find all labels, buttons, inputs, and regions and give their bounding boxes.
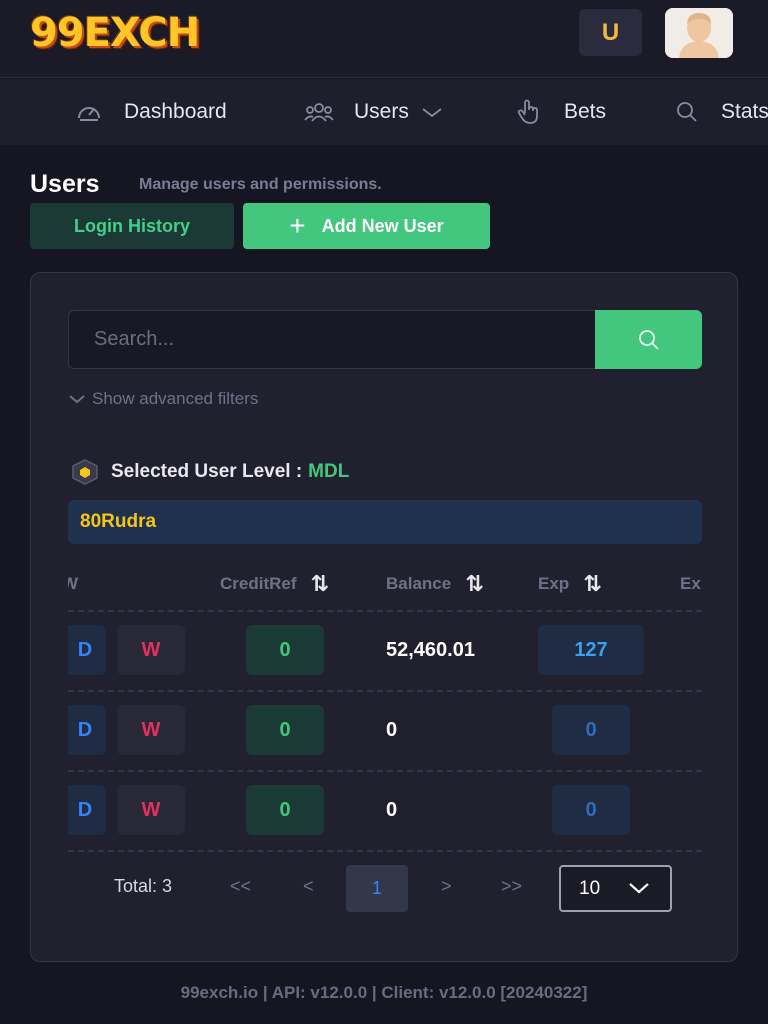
balance-value: 0: [386, 798, 398, 821]
chevron-down-icon: [422, 108, 442, 118]
credit-ref-button[interactable]: 0: [246, 625, 324, 675]
pagination-prev[interactable]: <: [303, 876, 314, 897]
sort-icon: ⇅: [310, 571, 329, 596]
main-nav: Dashboard Users Bets Stats: [0, 79, 768, 145]
balance-value: 52,460.01: [386, 638, 475, 661]
hand-pointer-icon: [517, 99, 538, 124]
pagination-current-page[interactable]: 1: [346, 865, 408, 912]
column-header-creditref[interactable]: CreditRef ⇅: [220, 558, 329, 610]
chevron-down-icon: [629, 883, 649, 894]
user-level-label: Selected User Level :: [111, 461, 303, 482]
users-card: Show advanced filters Selected User Leve…: [30, 272, 738, 962]
search-button[interactable]: [595, 310, 702, 369]
credit-ref-button[interactable]: 0: [246, 705, 324, 755]
sort-icon: ⇅: [583, 571, 602, 596]
advanced-filters-toggle[interactable]: Show advanced filters: [68, 389, 258, 409]
search-icon: [638, 329, 659, 350]
balance-value: 0: [386, 718, 398, 741]
users-icon: [304, 103, 334, 122]
deposit-button[interactable]: D: [68, 625, 106, 675]
deposit-button[interactable]: D: [68, 705, 106, 755]
row-divider: [68, 770, 702, 772]
add-new-user-label: Add New User: [321, 215, 444, 236]
row-divider: [68, 610, 702, 612]
brand-logo[interactable]: 99EXCH: [30, 10, 200, 56]
search-input[interactable]: [68, 310, 596, 369]
search-icon: [677, 102, 697, 122]
nav-stats-label: Stats: [721, 100, 768, 123]
pagination-first[interactable]: <<: [230, 876, 251, 897]
chevron-down-icon: [69, 395, 85, 404]
avatar-image: [665, 8, 733, 58]
column-header-ex: Ex: [680, 574, 701, 593]
sort-icon: ⇅: [465, 571, 484, 596]
plus-icon: +: [289, 210, 306, 241]
page-size-value: 10: [579, 877, 601, 899]
column-header-balance[interactable]: Balance ⇅: [386, 558, 484, 610]
advanced-filters-label: Show advanced filters: [92, 389, 259, 408]
users-table: W CreditRef ⇅ Balance ⇅ Exp ⇅ Ex D W 0 52,4…: [68, 558, 702, 858]
exposure-button[interactable]: 0: [552, 785, 630, 835]
page-size-select[interactable]: 10: [559, 865, 672, 912]
pagination-total: Total: 3: [114, 876, 173, 896]
nav-bets[interactable]: Bets: [516, 79, 606, 145]
withdraw-button[interactable]: W: [117, 625, 185, 675]
page-title: Users: [30, 170, 100, 198]
speedometer-icon: [78, 107, 100, 121]
row-divider: [68, 690, 702, 692]
avatar[interactable]: [665, 8, 733, 58]
column-header-exp[interactable]: Exp ⇅: [538, 558, 602, 610]
login-history-button[interactable]: Login History: [30, 203, 234, 249]
user-menu-button[interactable]: U: [579, 9, 642, 56]
user-level-value: MDL: [308, 461, 350, 482]
nav-stats[interactable]: Stats: [675, 79, 768, 145]
exposure-button[interactable]: 0: [552, 705, 630, 755]
withdraw-button[interactable]: W: [117, 785, 185, 835]
add-new-user-button[interactable]: + Add New User: [243, 203, 490, 249]
hexagon-icon: [72, 459, 98, 485]
footer-version: 99exch.io | API: v12.0.0 | Client: v12.0…: [180, 983, 588, 1002]
row-divider: [68, 850, 702, 852]
top-bar: 99EXCH U: [0, 0, 768, 78]
pagination-next[interactable]: >: [441, 876, 452, 897]
nav-users[interactable]: Users: [304, 79, 443, 145]
withdraw-button[interactable]: W: [117, 705, 185, 755]
exposure-button[interactable]: 127: [538, 625, 644, 675]
selected-user-breadcrumb[interactable]: 80Rudra: [68, 500, 702, 544]
deposit-button[interactable]: D: [68, 785, 106, 835]
pagination-last[interactable]: >>: [501, 876, 522, 897]
column-header-w: W: [68, 574, 79, 593]
page-subtitle: Manage users and permissions.: [139, 176, 382, 193]
nav-dashboard[interactable]: Dashboard: [76, 79, 227, 145]
nav-users-label: Users: [354, 100, 409, 123]
credit-ref-button[interactable]: 0: [246, 785, 324, 835]
nav-bets-label: Bets: [564, 100, 607, 123]
selected-user-level: Selected User Level : MDL: [71, 459, 349, 485]
nav-dashboard-label: Dashboard: [124, 100, 227, 123]
